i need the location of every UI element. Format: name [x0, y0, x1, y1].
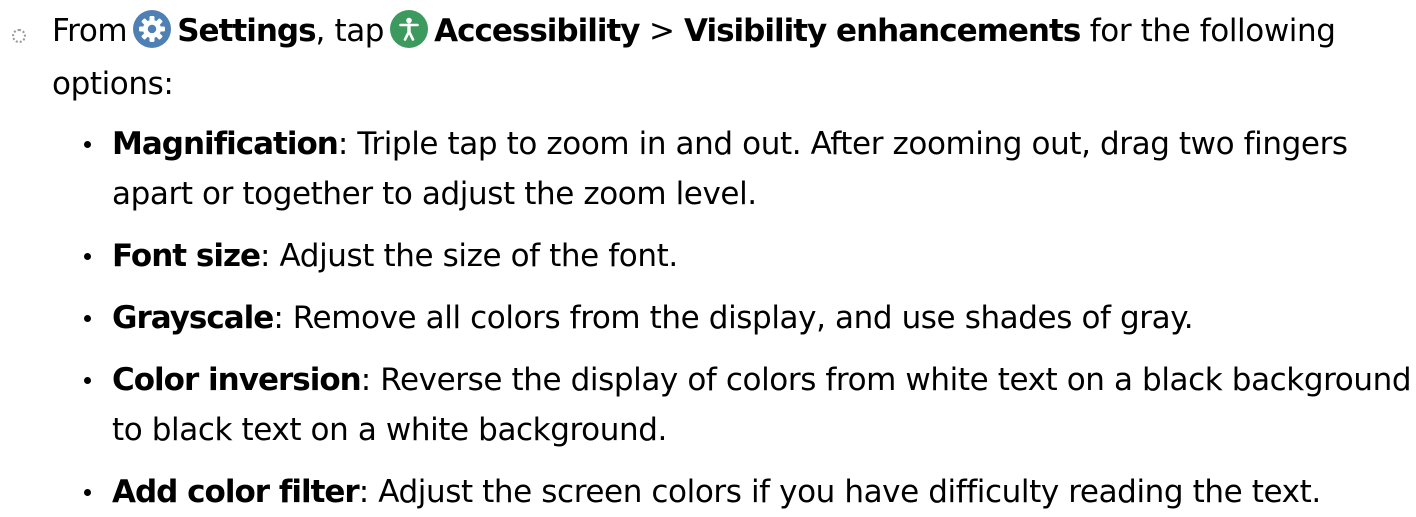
bullet-icon: [84, 489, 91, 496]
list-item: Add color filter: Adjust the screen colo…: [84, 467, 1412, 517]
bullet-icon: [84, 253, 91, 260]
accessibility-person-icon: [390, 10, 429, 48]
bullet-icon: [84, 377, 91, 384]
list-item: Magnification: Triple tap to zoom in and…: [84, 119, 1412, 219]
gear-icon: [133, 10, 172, 48]
list-item: Grayscale: Remove all colors from the di…: [84, 293, 1412, 343]
list-item: Font size: Adjust the size of the font.: [84, 231, 1412, 281]
option-name: Magnification: [112, 126, 339, 162]
option-name: Color inversion: [112, 362, 362, 398]
accessibility-label: Accessibility: [434, 13, 640, 49]
bullet-icon: [84, 315, 91, 322]
step-marker-icon: [12, 29, 26, 43]
option-description: : Adjust the screen colors if you have d…: [358, 474, 1322, 510]
settings-label: Settings: [177, 13, 316, 49]
option-name: Grayscale: [112, 300, 274, 336]
option-name: Font size: [112, 238, 261, 274]
instruction-text: From Settings, tap Accessibility > Visib…: [52, 5, 1402, 111]
from-text: From: [52, 13, 128, 49]
tap-text: , tap: [315, 13, 385, 49]
menu-separator: >: [648, 13, 675, 49]
bullet-icon: [84, 141, 91, 148]
option-name: Add color filter: [112, 474, 360, 510]
option-description: : Remove all colors from the display, an…: [273, 300, 1194, 336]
list-item: Color inversion: Reverse the display of …: [84, 355, 1412, 455]
option-description: : Adjust the size of the font.: [260, 238, 678, 274]
visibility-enhancements-label: Visibility enhancements: [684, 13, 1081, 49]
